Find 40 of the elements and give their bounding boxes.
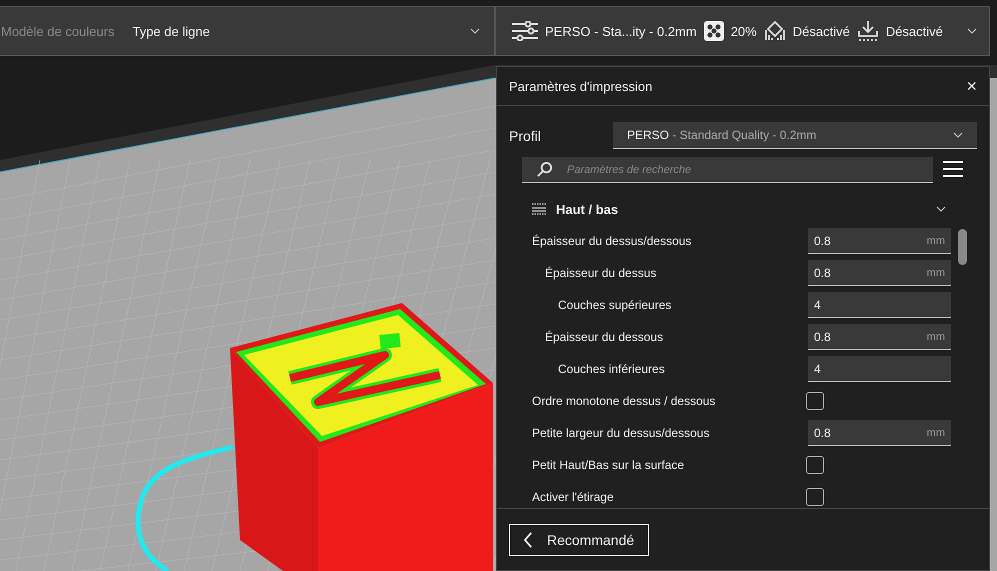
chevron-down-icon: [470, 28, 480, 34]
number-field[interactable]: 0.8 mm: [808, 324, 951, 350]
number-field[interactable]: 0.8 mm: [808, 228, 951, 254]
chevron-down-icon: [953, 132, 963, 138]
scrollbar[interactable]: [958, 229, 967, 265]
recommended-button[interactable]: Recommandé: [509, 524, 650, 556]
search-icon: [536, 161, 553, 178]
number-field[interactable]: 4: [808, 356, 951, 382]
support-icon: [764, 20, 786, 42]
panel-title: Paramètres d'impression: [509, 78, 652, 94]
close-button[interactable]: ×: [962, 76, 981, 96]
chevron-down-icon: [967, 28, 977, 34]
setting-label: Épaisseur du dessous: [544, 330, 664, 344]
chevron-down-icon: [936, 204, 946, 214]
checkbox[interactable]: [806, 456, 824, 474]
setting-label: Petite largeur du dessus/dessous: [532, 426, 710, 440]
number-field[interactable]: 0.8 mm: [808, 420, 951, 446]
search-field[interactable]: Paramètres de recherche: [522, 157, 933, 183]
search-input[interactable]: Paramètres de recherche: [565, 162, 919, 176]
setting-label: Épaisseur du dessus/dessous: [532, 234, 692, 248]
layers-icon: [532, 202, 546, 216]
setting-label: Couches inférieures: [557, 362, 666, 376]
download-icon: [856, 20, 879, 42]
setting-label: Activer l'étirage: [532, 490, 615, 504]
infill-icon: [704, 21, 724, 41]
checkbox[interactable]: [806, 392, 824, 410]
chevron-left-icon: [524, 532, 533, 548]
checkbox[interactable]: [806, 488, 824, 506]
sliders-icon: [512, 21, 538, 41]
profile-label: Profil: [509, 128, 542, 144]
setting-label: Couches supérieures: [557, 298, 672, 312]
number-field[interactable]: 4: [808, 292, 951, 318]
profile-dropdown[interactable]: PERSO - Standard Quality - 0.2mm: [613, 122, 977, 149]
section-header[interactable]: Haut / bas: [532, 195, 946, 223]
setting-label: Épaisseur du dessus: [544, 266, 658, 280]
setting-label: Petit Haut/Bas sur la surface: [532, 458, 686, 472]
print-summary-button[interactable]: PERSO - Sta...ity - 0.2mm 20% Désactivé Désactivé: [495, 6, 990, 56]
color-scheme-dropdown[interactable]: Modèle de couleurs Type de ligne: [0, 6, 495, 56]
number-field[interactable]: 0.8 mm: [808, 260, 951, 286]
setting-label: Ordre monotone dessus / dessous: [532, 394, 716, 408]
